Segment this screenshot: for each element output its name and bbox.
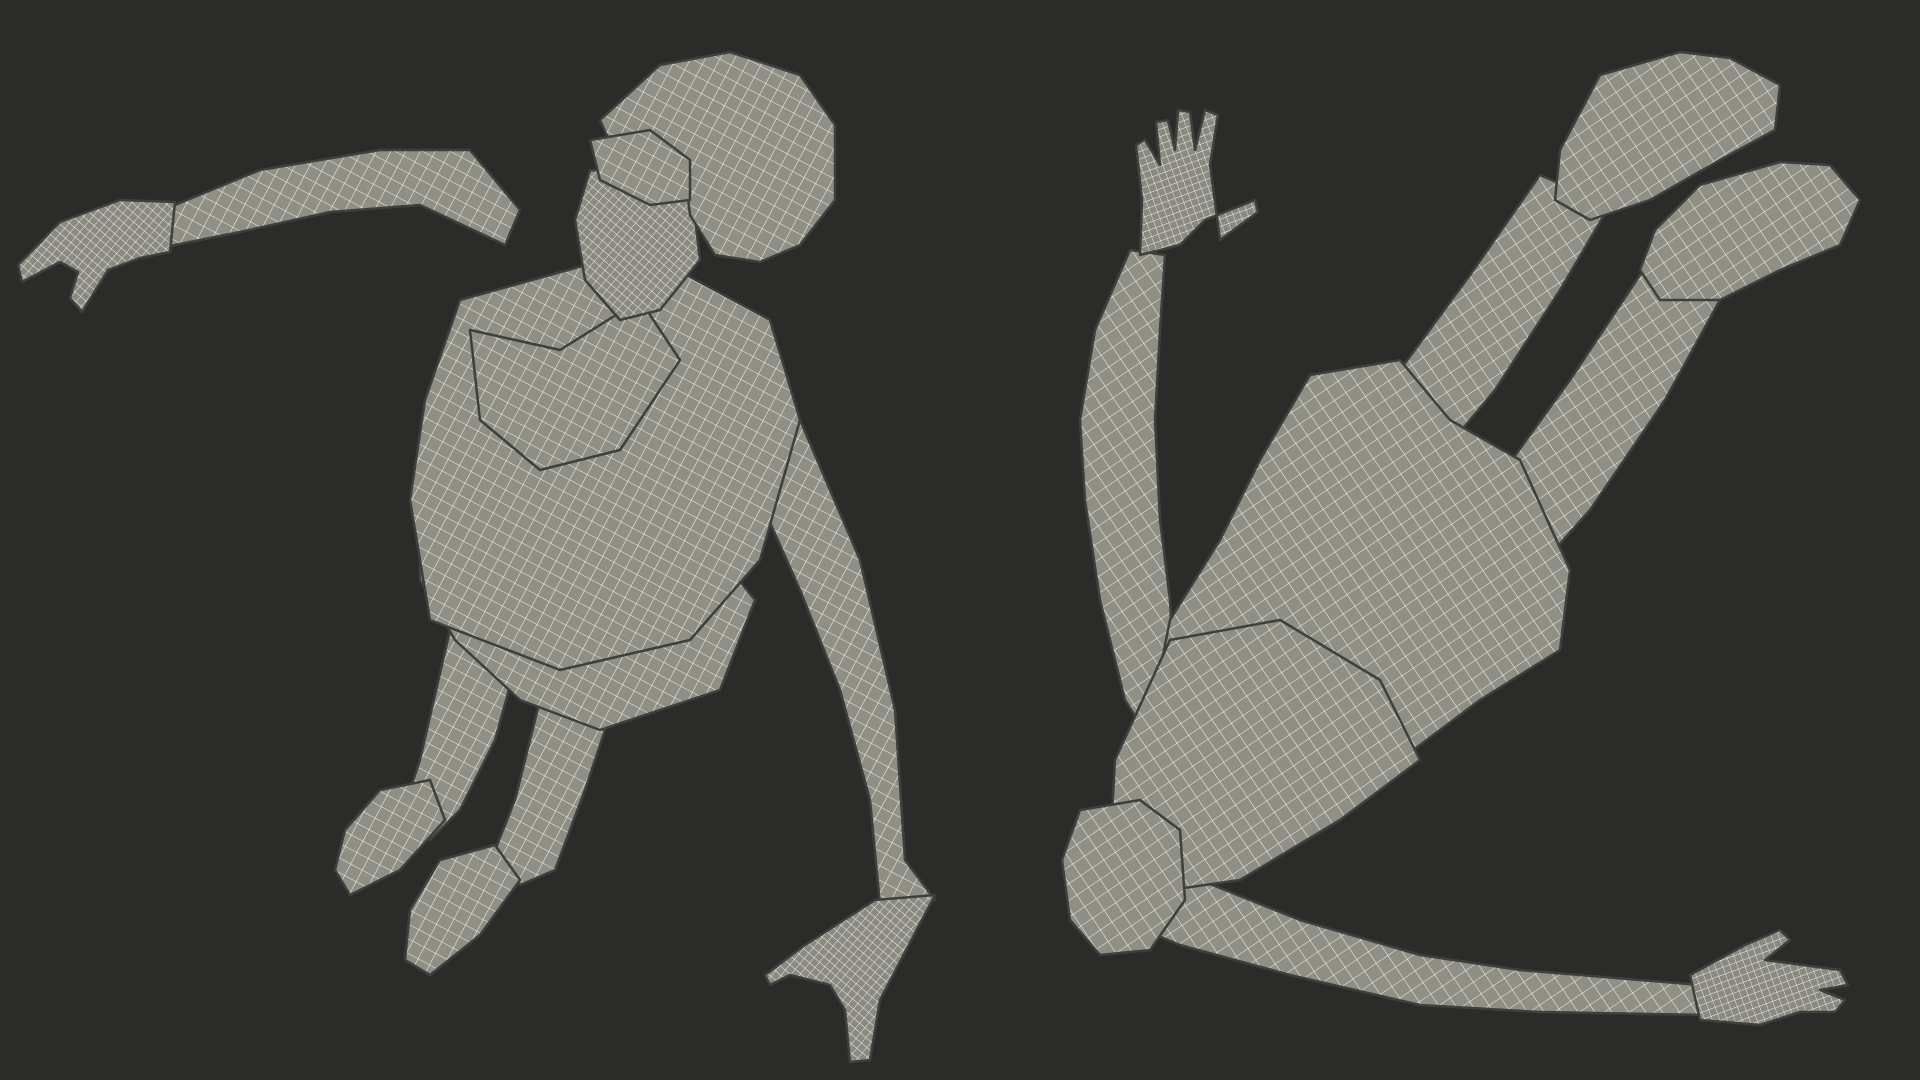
wireframe-render [0,0,1920,1080]
3d-viewport[interactable] [0,0,1920,1080]
